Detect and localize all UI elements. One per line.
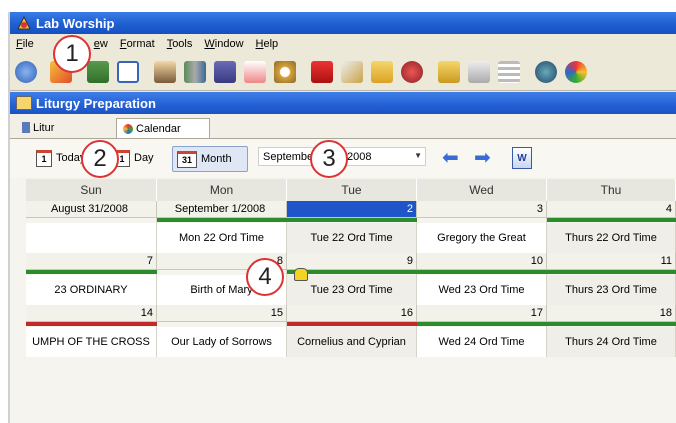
celebration-label[interactable]: Thurs 22 Ord Time xyxy=(547,223,676,253)
celebration-label[interactable]: Thurs 24 Ord Time xyxy=(547,327,676,357)
today-calendar-icon: 1 xyxy=(36,149,52,167)
liturgical-color-bar xyxy=(417,270,547,274)
liturgical-color-bar xyxy=(287,218,417,222)
liturgical-color-bar xyxy=(417,322,547,326)
menu-format[interactable]: Format xyxy=(120,38,155,50)
menu-file[interactable]: File xyxy=(16,38,34,50)
building-icon[interactable] xyxy=(87,61,109,83)
celebration-label[interactable]: Cornelius and Cyprian xyxy=(287,327,417,357)
month-calendar-icon: 31 xyxy=(177,150,197,168)
day-header-wed: Wed xyxy=(417,179,547,201)
globe-search-icon[interactable] xyxy=(535,61,557,83)
document-icon[interactable] xyxy=(244,61,266,83)
day-header-tue: Tue xyxy=(287,179,417,201)
day-number: 3 xyxy=(417,201,547,218)
red-book-icon[interactable] xyxy=(311,61,333,83)
day-number: 9 xyxy=(287,253,417,270)
day-number: 4 xyxy=(547,201,676,218)
day-number: 18 xyxy=(547,305,676,322)
alarm-bell-icon[interactable] xyxy=(294,268,308,281)
celebration-label[interactable]: Wed 24 Ord Time xyxy=(417,327,547,357)
liturgical-color-bar xyxy=(287,322,417,326)
liturgy-title-bar: Liturgy Preparation xyxy=(10,92,676,114)
day-header-thu: Thu xyxy=(547,179,676,201)
app-title-bar: Lab Worship xyxy=(10,12,676,34)
day-number: 11 xyxy=(547,253,676,270)
year-select[interactable]: 2008 ▼ xyxy=(342,147,426,166)
folder-icon[interactable] xyxy=(371,61,393,83)
tab-liturgy-label: Litur xyxy=(33,121,55,134)
back-arrow-icon[interactable]: ⬅ xyxy=(442,148,459,168)
year-dropdown-arrow-icon: ▼ xyxy=(414,151,422,160)
liturgy-window: Liturgy Preparation Litur Calendar 1 Tod… xyxy=(10,92,676,423)
menu-tools[interactable]: Tools xyxy=(167,38,193,50)
app-window: Lab Worship File ew Format Tools Window … xyxy=(10,12,676,423)
celebration-label[interactable]: UMPH OF THE CROSS xyxy=(26,327,157,357)
month-button[interactable]: 31 Month xyxy=(172,146,248,172)
day-label: Day xyxy=(134,152,154,164)
day-number: 7 xyxy=(26,253,157,270)
tab-liturgy[interactable]: Litur xyxy=(18,118,68,137)
tab-calendar[interactable]: Calendar xyxy=(116,118,210,138)
celebration-label[interactable]: Mon 22 Ord Time xyxy=(157,223,287,253)
search-icon[interactable] xyxy=(274,61,296,83)
callout-4: 4 xyxy=(246,258,284,296)
day-number: 2 xyxy=(287,201,417,218)
celebration-label[interactable]: Tue 22 Ord Time xyxy=(287,223,417,253)
window-icon[interactable] xyxy=(117,61,139,83)
app-logo-icon xyxy=(16,15,32,31)
day-header-sun: Sun xyxy=(26,179,157,201)
book-icon[interactable] xyxy=(214,61,236,83)
main-toolbar xyxy=(10,54,676,91)
day-header-mon: Mon xyxy=(157,179,287,201)
liturgical-color-bar xyxy=(547,270,676,274)
list-icon xyxy=(22,122,30,133)
liturgical-color-bar xyxy=(26,322,157,326)
pinwheel-icon[interactable] xyxy=(565,61,587,83)
liturgical-color-bar xyxy=(547,218,676,222)
calendar-color-icon xyxy=(123,123,133,134)
app-title: Lab Worship xyxy=(36,15,115,31)
day-number: 15 xyxy=(157,305,287,322)
tools-icon[interactable] xyxy=(341,61,363,83)
month-select-value: September xyxy=(263,150,317,163)
liturgical-color-bar xyxy=(157,218,287,222)
day-number: August 31/2008 xyxy=(26,201,157,218)
liturgical-color-bar xyxy=(26,270,157,274)
day-number: 14 xyxy=(26,305,157,322)
liturgical-color-bar xyxy=(547,322,676,326)
forward-arrow-icon[interactable]: ➡ xyxy=(474,148,491,168)
celebration-label[interactable]: Our Lady of Sorrows xyxy=(157,327,287,357)
celebration-label[interactable]: Gregory the Great xyxy=(417,223,547,253)
liturgy-window-icon xyxy=(16,96,32,110)
mail-icon[interactable] xyxy=(438,61,460,83)
tab-strip: Litur Calendar xyxy=(10,114,676,139)
month-label: Month xyxy=(201,153,232,165)
menu-bar: File ew Format Tools Window Help xyxy=(10,34,676,54)
day-number: September 1/2008 xyxy=(157,201,287,218)
help-globe-icon[interactable] xyxy=(15,61,37,83)
celebration-label[interactable]: Wed 23 Ord Time xyxy=(417,275,547,305)
books-icon[interactable] xyxy=(184,61,206,83)
callout-1: 1 xyxy=(53,35,91,73)
grid-icon[interactable] xyxy=(498,61,520,83)
callout-2: 2 xyxy=(81,140,119,178)
celebration-label[interactable]: 23 ORDINARY xyxy=(26,275,157,305)
gem-icon[interactable] xyxy=(401,61,423,83)
liturgy-title: Liturgy Preparation xyxy=(36,95,156,111)
menu-help[interactable]: Help xyxy=(256,38,279,50)
day-number: 10 xyxy=(417,253,547,270)
house-icon[interactable] xyxy=(468,61,490,83)
day-number: 16 xyxy=(287,305,417,322)
tab-calendar-label: Calendar xyxy=(136,122,181,135)
celebration-label[interactable]: Thurs 23 Ord Time xyxy=(547,275,676,305)
celebration-label[interactable] xyxy=(26,223,157,253)
person-icon[interactable] xyxy=(154,61,176,83)
word-export-icon[interactable]: W xyxy=(512,147,532,169)
day-number: 17 xyxy=(417,305,547,322)
year-select-value: 2008 xyxy=(347,150,372,163)
callout-3: 3 xyxy=(310,140,348,178)
menu-window[interactable]: Window xyxy=(204,38,243,50)
menu-view[interactable]: ew xyxy=(94,38,108,50)
